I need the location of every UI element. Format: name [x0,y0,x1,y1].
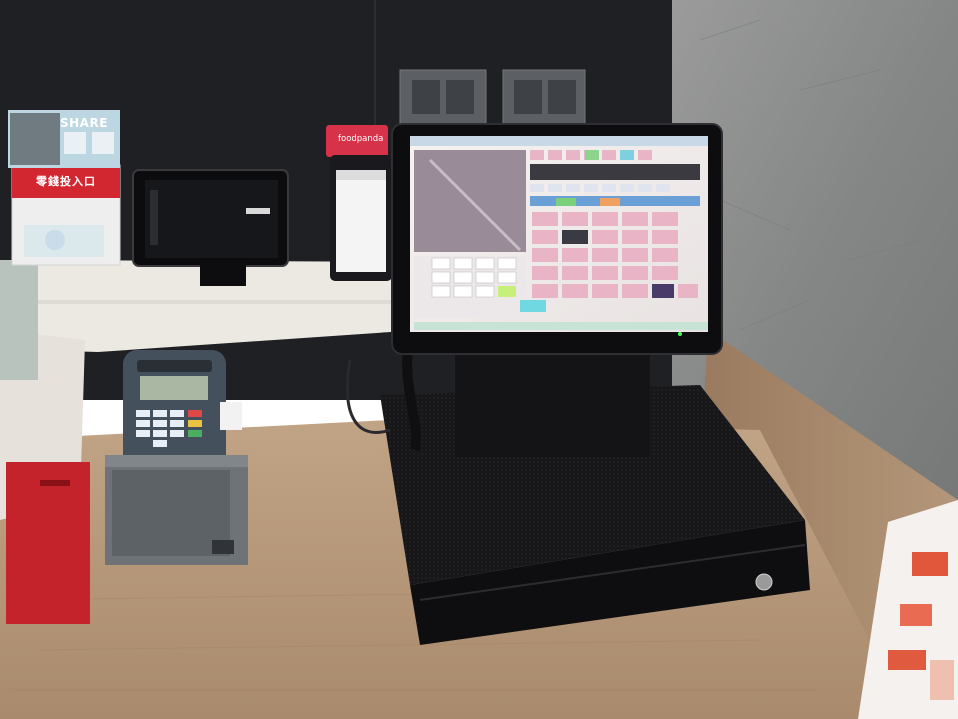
pos-stand [455,345,650,457]
pos-terminal [391,123,723,355]
donation-box-label: 零錢投入口 [36,175,96,188]
foodpanda-label: foodpanda [338,134,384,144]
photo-scene: SHARE 零錢投入口 foodpanda [0,0,958,719]
phone [326,125,392,281]
red-box [6,462,90,624]
share-sign: SHARE [60,116,108,130]
scene-drawing [0,0,958,719]
